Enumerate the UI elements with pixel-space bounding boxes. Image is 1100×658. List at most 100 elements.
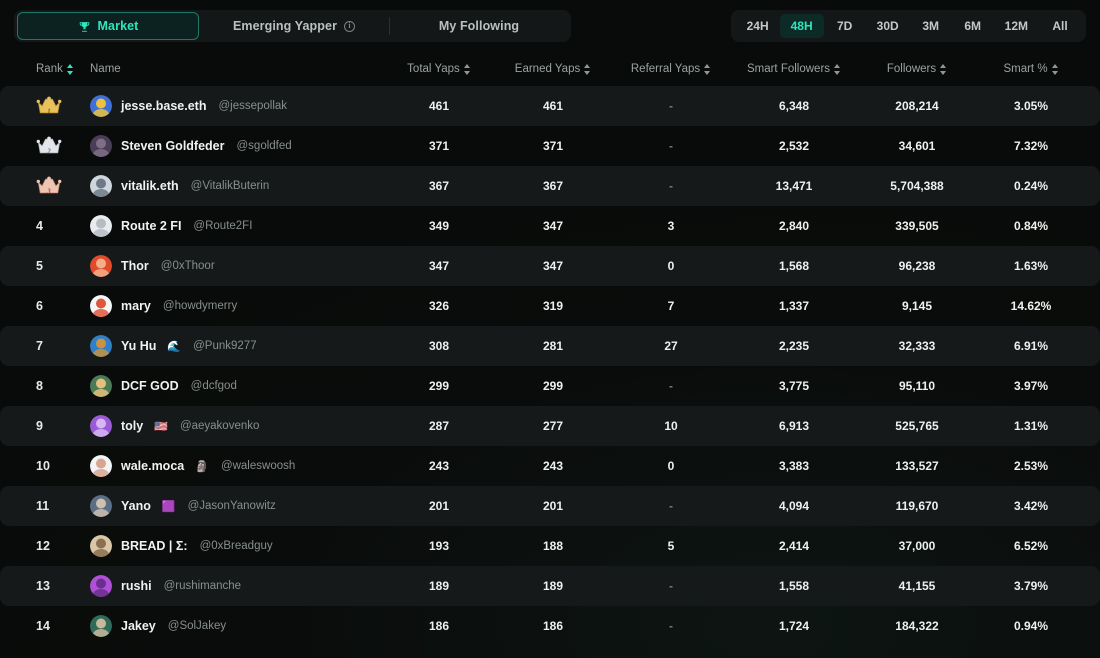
svg-text:1: 1 bbox=[47, 109, 50, 116]
tab-market[interactable]: Market bbox=[17, 12, 199, 40]
cell-smart-followers: 6,348 bbox=[778, 99, 810, 113]
cell-name[interactable]: Jakey @SolJakey bbox=[90, 615, 384, 637]
name-emoji: 🗿 bbox=[195, 460, 209, 473]
col-header-smart-pct[interactable]: Smart % bbox=[976, 63, 1086, 75]
cell-earned-yaps: 347 bbox=[542, 259, 564, 273]
rank-number: 11 bbox=[36, 499, 50, 513]
table-row[interactable]: 6 mary @howdymerry 326 319 7 1,337 9,145… bbox=[0, 286, 1100, 326]
cell-total-yaps: 347 bbox=[428, 259, 450, 273]
col-header-referral-yaps[interactable]: Referral Yaps bbox=[612, 63, 730, 75]
cell-name[interactable]: Route 2 FI @Route2FI bbox=[90, 215, 384, 237]
period-48h[interactable]: 48H bbox=[779, 14, 824, 38]
period-30d[interactable]: 30D bbox=[866, 14, 910, 38]
table-row[interactable]: 4 Route 2 FI @Route2FI 349 347 3 2,840 3… bbox=[0, 206, 1100, 246]
period-24h[interactable]: 24H bbox=[736, 14, 780, 38]
cell-name[interactable]: Thor @0xThoor bbox=[90, 255, 384, 277]
cell-smart-followers: 2,235 bbox=[778, 339, 810, 353]
table-row[interactable]: 10 wale.moca 🗿 @waleswoosh 243 243 0 3,38… bbox=[0, 446, 1100, 486]
period-filter: 24H 48H 7D 30D 3M 6M 12M All bbox=[730, 10, 1086, 42]
cell-rank: 12 bbox=[14, 539, 90, 553]
table-row[interactable]: 8 DCF GOD @dcfgod 299 299 - 3,775 95,110… bbox=[0, 366, 1100, 406]
cell-total-yaps: 201 bbox=[428, 499, 450, 513]
cell-name[interactable]: jesse.base.eth @jessepollak bbox=[90, 95, 384, 117]
table-row[interactable]: 11 Yano 🟪 @JasonYanowitz 201 201 - 4,094 … bbox=[0, 486, 1100, 526]
sort-icon-followers[interactable] bbox=[940, 63, 947, 75]
period-6m[interactable]: 6M bbox=[952, 14, 994, 38]
cell-followers: 5,704,388 bbox=[890, 179, 944, 193]
col-followers-label: Followers bbox=[886, 63, 937, 75]
sort-icon-referral-yaps[interactable] bbox=[704, 63, 711, 75]
rank-number: 4 bbox=[36, 219, 43, 233]
avatar-image bbox=[90, 535, 112, 557]
cell-earned-yaps: 188 bbox=[542, 539, 564, 553]
col-header-smart-followers[interactable]: Smart Followers bbox=[730, 63, 858, 75]
cell-total-yaps: 326 bbox=[428, 299, 450, 313]
cell-name[interactable]: Steven Goldfeder @sgoldfed bbox=[90, 135, 384, 157]
sort-icon-rank[interactable] bbox=[66, 63, 74, 75]
cell-earned-yaps: 461 bbox=[542, 99, 564, 113]
tab-emerging-yapper[interactable]: Emerging Yapper i bbox=[199, 12, 389, 40]
table-row[interactable]: 9 toly 🇺🇸 @aeyakovenko 287 277 10 6,913 5… bbox=[0, 406, 1100, 446]
table-row[interactable]: 5 Thor @0xThoor 347 347 0 1,568 96,238 1… bbox=[0, 246, 1100, 286]
col-header-total-yaps[interactable]: Total Yaps bbox=[384, 63, 494, 75]
cell-earned-yaps: 186 bbox=[542, 619, 564, 633]
cell-rank: 7 bbox=[14, 339, 90, 353]
table-row[interactable]: 1 jesse.base.eth @jessepollak 461 461 - … bbox=[0, 86, 1100, 126]
table-row[interactable]: 13 rushi @rushimanche 189 189 - 1,558 41… bbox=[0, 566, 1100, 606]
cell-name[interactable]: mary @howdymerry bbox=[90, 295, 384, 317]
sort-icon-total-yaps[interactable] bbox=[463, 63, 471, 75]
table-row[interactable]: 14 Jakey @SolJakey 186 186 - 1,724 184,3… bbox=[0, 606, 1100, 646]
cell-name[interactable]: wale.moca 🗿 @waleswoosh bbox=[90, 455, 384, 477]
period-7d[interactable]: 7D bbox=[824, 14, 866, 38]
avatar-image bbox=[90, 455, 112, 477]
cell-rank: 1 bbox=[14, 96, 90, 116]
cell-smart-followers: 13,471 bbox=[775, 179, 813, 193]
avatar-image bbox=[90, 575, 112, 597]
tab-emerging-yapper-label: Emerging Yapper bbox=[232, 19, 338, 33]
user-display-name: jesse.base.eth bbox=[121, 99, 207, 113]
table-row[interactable]: 12 BREAD | Σ: @0xBreadguy 193 188 5 2,41… bbox=[0, 526, 1100, 566]
cell-referral-yaps: - bbox=[669, 619, 673, 633]
table-row[interactable]: 7 Yu Hu 🌊 @Punk9277 308 281 27 2,235 32,3… bbox=[0, 326, 1100, 366]
cell-name[interactable]: Yu Hu 🌊 @Punk9277 bbox=[90, 335, 384, 357]
sort-icon-earned-yaps[interactable] bbox=[584, 63, 591, 75]
cell-earned-yaps: 299 bbox=[542, 379, 564, 393]
user-handle: @VitalikButerin bbox=[190, 180, 270, 192]
cell-smart-followers: 2,532 bbox=[778, 139, 810, 153]
table-row[interactable]: 2 Steven Goldfeder @sgoldfed 371 371 - 2… bbox=[0, 126, 1100, 166]
crown-icon-bronze: 3 bbox=[36, 176, 62, 196]
col-earned-yaps-label: Earned Yaps bbox=[514, 63, 581, 75]
cell-name[interactable]: vitalik.eth @VitalikButerin bbox=[90, 175, 384, 197]
cell-name[interactable]: rushi @rushimanche bbox=[90, 575, 384, 597]
cell-referral-yaps: 0 bbox=[667, 459, 675, 473]
sort-icon-smart-followers[interactable] bbox=[834, 63, 841, 75]
col-header-name[interactable]: Name bbox=[90, 63, 384, 75]
cell-smart-pct: 2.53% bbox=[1013, 459, 1049, 473]
info-icon[interactable]: i bbox=[344, 20, 356, 32]
tab-market-label: Market bbox=[97, 19, 139, 33]
period-12m[interactable]: 12M bbox=[994, 14, 1039, 38]
cell-total-yaps: 367 bbox=[428, 179, 450, 193]
col-header-followers[interactable]: Followers bbox=[858, 63, 976, 75]
col-name-label: Name bbox=[90, 63, 121, 75]
tab-my-following[interactable]: My Following bbox=[390, 12, 568, 40]
cell-smart-followers: 2,414 bbox=[778, 539, 810, 553]
table-row[interactable]: 3 vitalik.eth @VitalikButerin 367 367 - … bbox=[0, 166, 1100, 206]
period-3m[interactable]: 3M bbox=[910, 14, 952, 38]
name-emoji: 🇺🇸 bbox=[154, 420, 168, 433]
col-header-earned-yaps[interactable]: Earned Yaps bbox=[494, 63, 612, 75]
cell-followers: 119,670 bbox=[895, 499, 939, 513]
cell-name[interactable]: toly 🇺🇸 @aeyakovenko bbox=[90, 415, 384, 437]
cell-followers: 96,238 bbox=[898, 259, 936, 273]
user-handle: @jessepollak bbox=[218, 100, 288, 112]
sort-icon-smart-pct[interactable] bbox=[1051, 63, 1059, 75]
col-smart-followers-label: Smart Followers bbox=[746, 63, 831, 75]
user-handle: @dcfgod bbox=[190, 380, 237, 392]
cell-name[interactable]: BREAD | Σ: @0xBreadguy bbox=[90, 535, 384, 557]
cell-name[interactable]: Yano 🟪 @JasonYanowitz bbox=[90, 495, 384, 517]
cell-smart-pct: 3.97% bbox=[1013, 379, 1049, 393]
col-header-rank[interactable]: Rank bbox=[36, 63, 90, 75]
period-all[interactable]: All bbox=[1039, 14, 1081, 38]
cell-name[interactable]: DCF GOD @dcfgod bbox=[90, 375, 384, 397]
cell-rank: 8 bbox=[14, 379, 90, 393]
